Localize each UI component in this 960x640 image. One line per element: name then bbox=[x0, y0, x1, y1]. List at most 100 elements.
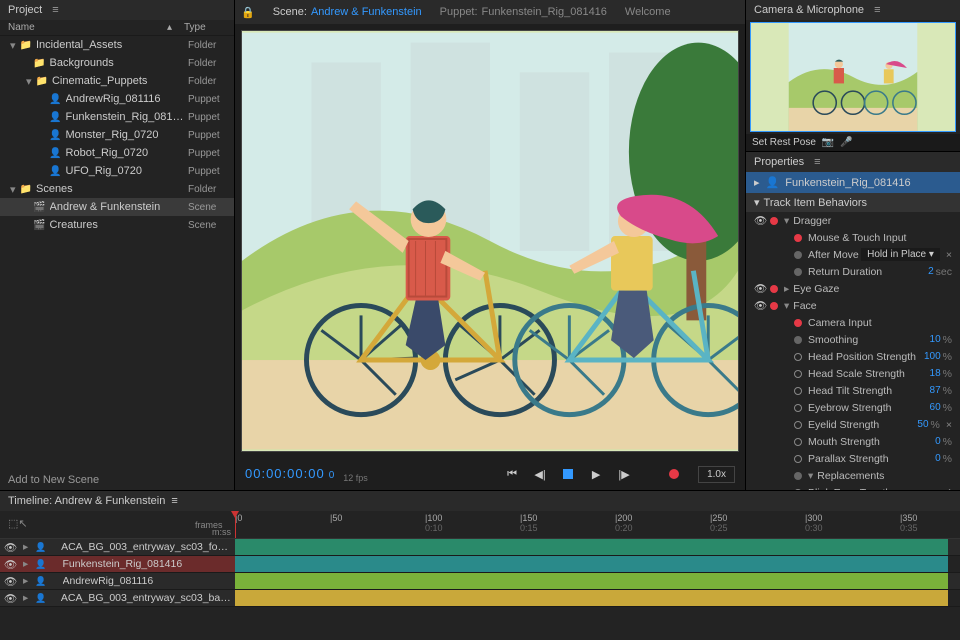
step-back-button[interactable]: ◀| bbox=[528, 462, 552, 486]
tree-item[interactable]: ▾📁Incidental_AssetsFolder bbox=[0, 36, 234, 54]
play-button[interactable]: ▶ bbox=[584, 462, 608, 486]
tree-item[interactable]: 👤AndrewRig_081116Puppet bbox=[0, 90, 234, 108]
selected-puppet-row[interactable]: ▸ 👤 Funkenstein_Rig_081416 bbox=[746, 172, 960, 193]
property-row[interactable]: Head Scale Strength18% bbox=[746, 365, 960, 382]
arm-icon[interactable] bbox=[794, 472, 802, 480]
dropdown[interactable]: Hold in Place ▾ bbox=[861, 248, 940, 261]
track-clip[interactable] bbox=[235, 539, 948, 555]
scene-viewport[interactable] bbox=[241, 30, 739, 452]
arm-icon[interactable] bbox=[794, 319, 802, 327]
arm-icon[interactable] bbox=[794, 251, 802, 259]
arm-icon[interactable] bbox=[794, 336, 802, 344]
keyframe-icon[interactable] bbox=[794, 370, 802, 378]
project-title: Project bbox=[8, 4, 42, 16]
tab-puppet[interactable]: Puppet: Funkenstein_Rig_081416 bbox=[440, 6, 607, 18]
property-row[interactable]: Mouse & Touch Input bbox=[746, 229, 960, 246]
ruler-tick: |3500:35 bbox=[900, 513, 918, 533]
tree-item[interactable]: 🎬CreaturesScene bbox=[0, 216, 234, 234]
keyframe-icon[interactable] bbox=[794, 404, 802, 412]
keyframe-icon[interactable] bbox=[794, 387, 802, 395]
property-row[interactable]: ▾Replacements bbox=[746, 467, 960, 484]
puppet-icon: 👤 bbox=[49, 148, 61, 159]
project-tree: ▾📁Incidental_AssetsFolder 📁BackgroundsFo… bbox=[0, 36, 234, 234]
visibility-icon[interactable]: 👁 bbox=[4, 541, 16, 554]
property-row[interactable]: Smoothing10% bbox=[746, 331, 960, 348]
lock-icon[interactable]: 🔒 bbox=[241, 6, 255, 19]
property-row[interactable]: Camera Input bbox=[746, 314, 960, 331]
property-row[interactable]: Eyebrow Strength60% bbox=[746, 399, 960, 416]
go-start-button[interactable]: ⏮ bbox=[500, 462, 524, 486]
visibility-icon[interactable]: 👁 bbox=[754, 282, 766, 295]
arm-icon[interactable] bbox=[794, 234, 802, 242]
track-clip[interactable] bbox=[235, 590, 948, 606]
mic-icon[interactable]: 🎤 bbox=[840, 137, 852, 148]
chevron-icon[interactable]: ▸ bbox=[23, 541, 28, 553]
track-clip[interactable] bbox=[235, 573, 948, 589]
timeline-track[interactable]: 👁▸👤AndrewRig_081116 bbox=[0, 573, 960, 590]
property-row[interactable]: Return Duration2sec bbox=[746, 263, 960, 280]
keyframe-icon[interactable] bbox=[794, 421, 802, 429]
tree-item[interactable]: 🎬Andrew & FunkensteinScene bbox=[0, 198, 234, 216]
tree-item[interactable]: 👤Monster_Rig_0720Puppet bbox=[0, 126, 234, 144]
record-button[interactable] bbox=[662, 462, 686, 486]
playback-speed[interactable]: 1.0x bbox=[698, 466, 735, 483]
behavior-header[interactable]: 👁▾Face bbox=[746, 297, 960, 314]
panel-menu-icon[interactable]: ≡ bbox=[52, 4, 58, 16]
tree-item[interactable]: 👤Funkenstein_Rig_081416Puppet bbox=[0, 108, 234, 126]
col-name[interactable]: Name bbox=[8, 22, 167, 33]
property-row[interactable]: After MoveHold in Place ▾× bbox=[746, 246, 960, 263]
webcam-icon[interactable]: 📷 bbox=[822, 137, 834, 148]
behaviors-section-header[interactable]: ▾ Track Item Behaviors bbox=[746, 193, 960, 212]
panel-menu-icon[interactable]: ≡ bbox=[171, 495, 177, 507]
close-icon[interactable]: × bbox=[946, 419, 952, 431]
panel-menu-icon[interactable]: ≡ bbox=[814, 156, 820, 168]
timeline-track[interactable]: 👁▸👤Funkenstein_Rig_081416 bbox=[0, 556, 960, 573]
behavior-header[interactable]: 👁▾Dragger bbox=[746, 212, 960, 229]
visibility-icon[interactable]: 👁 bbox=[4, 575, 16, 588]
property-row[interactable]: Parallax Strength0% bbox=[746, 450, 960, 467]
sort-icon[interactable]: ▴ bbox=[167, 22, 172, 33]
stop-button[interactable] bbox=[556, 462, 580, 486]
set-rest-pose-button[interactable]: Set Rest Pose bbox=[752, 137, 816, 148]
behavior-header[interactable]: 👁▸Eye Gaze bbox=[746, 280, 960, 297]
tree-item[interactable]: 📁BackgroundsFolder bbox=[0, 54, 234, 72]
close-icon[interactable]: × bbox=[946, 249, 952, 261]
arm-icon[interactable] bbox=[770, 302, 778, 310]
property-row[interactable]: Head Position Strength100% bbox=[746, 348, 960, 365]
visibility-icon[interactable]: 👁 bbox=[4, 592, 16, 605]
visibility-icon[interactable]: 👁 bbox=[754, 214, 766, 227]
property-row[interactable]: Eyelid Strength50%× bbox=[746, 416, 960, 433]
keyframe-icon[interactable] bbox=[794, 455, 802, 463]
arm-icon[interactable] bbox=[770, 285, 778, 293]
chevron-icon[interactable]: ▸ bbox=[23, 592, 28, 604]
tree-item[interactable]: ▾📁ScenesFolder bbox=[0, 180, 234, 198]
playhead[interactable] bbox=[235, 511, 236, 538]
chevron-icon[interactable]: ▸ bbox=[23, 575, 28, 587]
tab-scene[interactable]: Scene: Andrew & Funkenstein bbox=[273, 6, 422, 18]
track-clip[interactable] bbox=[235, 556, 948, 572]
add-to-scene-button[interactable]: Add to New Scene bbox=[8, 474, 99, 486]
keyframe-icon[interactable] bbox=[794, 353, 802, 361]
tree-item[interactable]: ▾📁Cinematic_PuppetsFolder bbox=[0, 72, 234, 90]
tree-item[interactable]: 👤Robot_Rig_0720Puppet bbox=[0, 144, 234, 162]
panel-menu-icon[interactable]: ≡ bbox=[874, 4, 880, 16]
timeline-track[interactable]: 👁▸👤ACA_BG_003_entryway_sc03_background bbox=[0, 590, 960, 607]
arm-icon[interactable] bbox=[794, 268, 802, 276]
property-row[interactable]: Head Tilt Strength87% bbox=[746, 382, 960, 399]
timeline-ruler[interactable]: frames m:ss ⬚↖ |0|50|1000:10|1500:15|200… bbox=[0, 511, 960, 539]
project-columns: Name ▴ Type bbox=[0, 20, 234, 36]
visibility-icon[interactable]: 👁 bbox=[754, 299, 766, 312]
timecode[interactable]: 00:00:00:000 bbox=[245, 466, 335, 482]
arm-icon[interactable] bbox=[770, 217, 778, 225]
timeline-track[interactable]: 👁▸👤ACA_BG_003_entryway_sc03_foreground bbox=[0, 539, 960, 556]
selection-tool-icon[interactable]: ⬚↖ bbox=[8, 517, 28, 530]
tree-item[interactable]: 👤UFO_Rig_0720Puppet bbox=[0, 162, 234, 180]
keyframe-icon[interactable] bbox=[794, 438, 802, 446]
col-type[interactable]: Type bbox=[184, 22, 226, 33]
visibility-icon[interactable]: 👁 bbox=[4, 558, 16, 571]
camera-viewport[interactable] bbox=[750, 22, 956, 132]
chevron-icon[interactable]: ▸ bbox=[23, 558, 28, 570]
tab-welcome[interactable]: Welcome bbox=[625, 6, 671, 18]
property-row[interactable]: Mouth Strength0% bbox=[746, 433, 960, 450]
step-fwd-button[interactable]: |▶ bbox=[612, 462, 636, 486]
